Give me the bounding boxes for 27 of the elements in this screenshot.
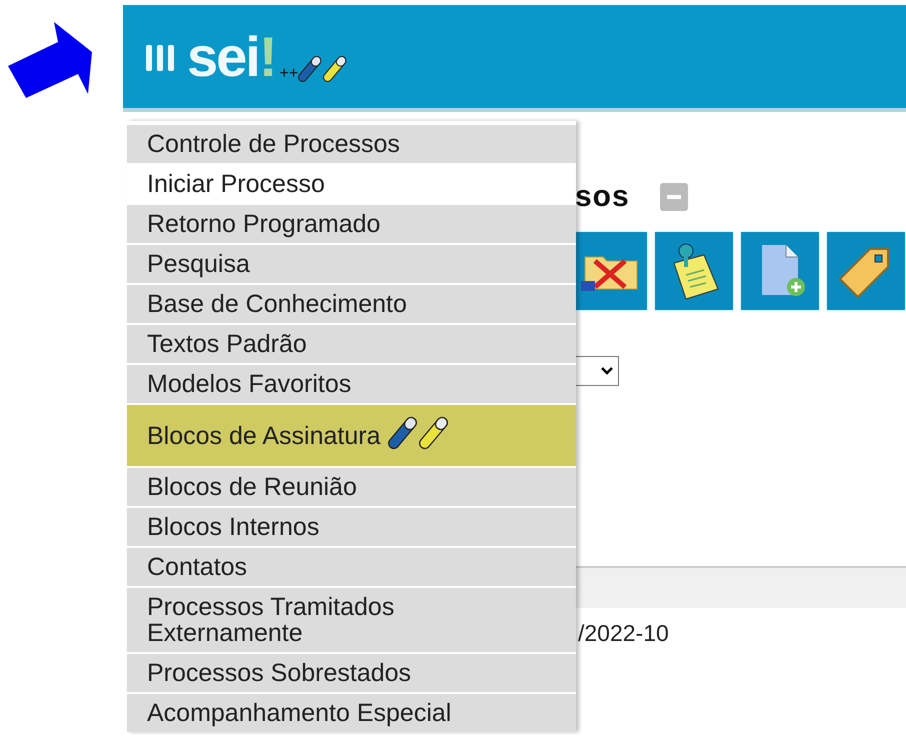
page-title: sos [575,180,630,214]
menu-item[interactable]: Contatos [127,548,576,586]
menu-item[interactable]: Iniciar Processo [127,165,576,203]
table-cell-text: /2022-10 [578,620,670,647]
menu-item[interactable]: Modelos Favoritos [127,365,576,403]
collapse-icon[interactable] [660,183,688,211]
pens-icon [298,54,348,82]
toolbar-button[interactable] [655,232,733,310]
menu-item[interactable]: Blocos de Assinatura [127,405,576,466]
menu-item[interactable]: Processos Tramitados Externamente [127,588,576,652]
logo-text: sei [187,28,259,84]
menu-item[interactable]: Processos Sobrestados [127,654,576,692]
pens-icon [388,416,450,450]
dropdown[interactable] [575,356,619,386]
menu-item[interactable]: Acompanhamento Especial [127,694,576,732]
menu-item[interactable]: Base de Conhecimento [127,285,576,323]
menu-item[interactable]: Controle de Processos [127,125,576,163]
logo-mark: ! [258,28,278,84]
menu-item[interactable]: Blocos de Reunião [127,468,576,506]
chevron-icon [600,366,614,376]
arrow-icon [8,22,92,98]
toolbar-button[interactable] [575,232,647,310]
menu-item[interactable]: Pesquisa [127,245,576,283]
menu-item[interactable]: Retorno Programado [127,205,576,243]
menu-item[interactable]: Blocos Internos [127,508,576,546]
logo-suffix: ++ [280,64,298,82]
menu-item[interactable]: Textos Padrão [127,325,576,363]
